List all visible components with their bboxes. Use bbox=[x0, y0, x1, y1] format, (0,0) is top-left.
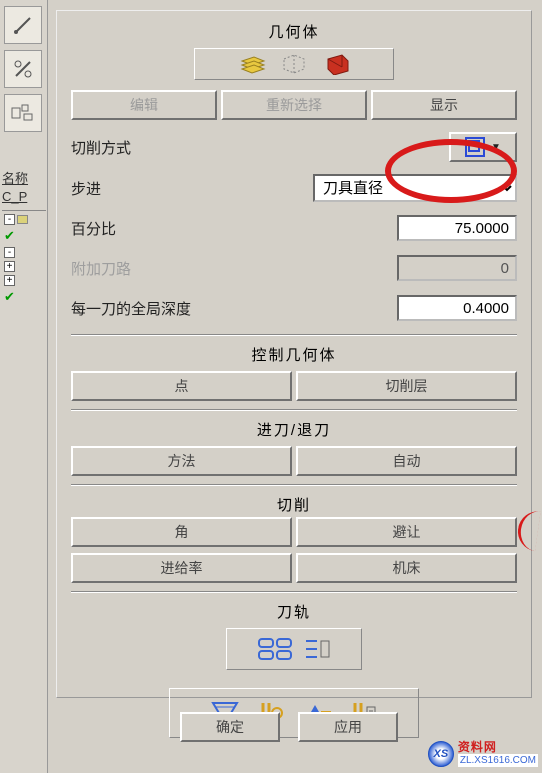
tool-icon-2[interactable] bbox=[4, 50, 42, 88]
add-tool-row: 附加刀路 bbox=[71, 254, 517, 282]
separator bbox=[71, 409, 517, 411]
geometry-title: 几何体 bbox=[71, 21, 517, 42]
point-button[interactable]: 点 bbox=[71, 371, 292, 401]
ok-button[interactable]: 确定 bbox=[180, 712, 280, 742]
concentric-icon bbox=[465, 137, 485, 157]
expand-icon[interactable]: + bbox=[4, 275, 15, 286]
geo-stack-icon[interactable] bbox=[238, 53, 266, 75]
cutlayer-button[interactable]: 切削层 bbox=[296, 371, 517, 401]
inout-title: 进刀/退刀 bbox=[71, 419, 517, 440]
tree-item-1[interactable]: - bbox=[4, 214, 46, 225]
tool-icon-1[interactable] bbox=[4, 6, 42, 44]
percent-row: 百分比 bbox=[71, 214, 517, 242]
geometry-buttons: 编辑 重新选择 显示 bbox=[71, 90, 517, 120]
geometry-icons bbox=[194, 48, 394, 80]
footer-buttons: 确定 应用 bbox=[180, 712, 398, 742]
expand-icon[interactable]: + bbox=[4, 261, 15, 272]
check-icon: ✔ bbox=[4, 289, 15, 305]
display-button[interactable]: 显示 bbox=[371, 90, 517, 120]
toolpath-title: 刀轨 bbox=[71, 601, 517, 622]
check-icon: ✔ bbox=[4, 228, 15, 244]
separator bbox=[71, 484, 517, 486]
geo-box-icon[interactable] bbox=[280, 53, 308, 75]
watermark-logo-icon: XS bbox=[428, 741, 454, 767]
step-label: 步进 bbox=[71, 178, 313, 199]
tree-header: 名称 C_P bbox=[2, 170, 46, 211]
percent-label: 百分比 bbox=[71, 218, 397, 239]
method-button[interactable]: 方法 bbox=[71, 446, 292, 476]
machine-button[interactable]: 机床 bbox=[296, 553, 517, 583]
inout-buttons: 方法 自动 bbox=[71, 446, 517, 476]
line-icon bbox=[12, 14, 34, 36]
cutting-row1: 角 避让 bbox=[71, 517, 517, 547]
step-row: 步进 刀具直径 bbox=[71, 174, 517, 202]
global-depth-label: 每一刀的全局深度 bbox=[71, 298, 397, 319]
cutting-title: 切削 bbox=[71, 494, 517, 515]
global-depth-row: 每一刀的全局深度 bbox=[71, 294, 517, 322]
cutting-row2: 进给率 机床 bbox=[71, 553, 517, 583]
geo-solid-icon[interactable] bbox=[322, 53, 350, 75]
step-select[interactable]: 刀具直径 bbox=[313, 174, 517, 202]
expand-icon[interactable]: - bbox=[4, 214, 15, 225]
watermark: XS 资料网 ZL.XS1616.COM bbox=[428, 741, 538, 767]
toolpath-icons bbox=[226, 628, 362, 670]
tree-col-name: 名称 bbox=[2, 170, 46, 188]
tree-item-4[interactable]: + bbox=[4, 261, 46, 272]
watermark-bot: ZL.XS1616.COM bbox=[458, 754, 538, 767]
auto-button[interactable]: 自动 bbox=[296, 446, 517, 476]
feedrate-button[interactable]: 进给率 bbox=[71, 553, 292, 583]
cut-method-combo[interactable]: ▼ bbox=[449, 132, 517, 162]
separator bbox=[71, 591, 517, 593]
tree-item-5[interactable]: + bbox=[4, 275, 46, 286]
apply-button[interactable]: 应用 bbox=[298, 712, 398, 742]
avoid-button[interactable]: 避让 bbox=[296, 517, 517, 547]
tree-col-cp: C_P bbox=[2, 188, 46, 206]
toolpath-icon-2[interactable] bbox=[303, 637, 331, 661]
main-dialog: 几何体 编辑 重新选择 显示 切削方式 ▼ 步进 刀具直径 百分比 附加刀路 每… bbox=[56, 10, 532, 698]
control-geo-buttons: 点 切削层 bbox=[71, 371, 517, 401]
dropdown-arrow-icon: ▼ bbox=[491, 142, 501, 153]
global-depth-input[interactable] bbox=[397, 295, 517, 321]
add-tool-input bbox=[397, 255, 517, 281]
add-tool-label: 附加刀路 bbox=[71, 258, 397, 279]
watermark-text: 资料网 ZL.XS1616.COM bbox=[458, 741, 538, 767]
folder-icon bbox=[17, 215, 28, 224]
separator bbox=[71, 334, 517, 336]
tree-view: 名称 C_P - ✔ - + + ✔ bbox=[2, 170, 46, 305]
cut-method-row: 切削方式 ▼ bbox=[71, 132, 517, 162]
tree-item-6[interactable]: ✔ bbox=[4, 289, 46, 305]
toolpath-icon-1[interactable] bbox=[257, 637, 293, 661]
percent-icon bbox=[12, 58, 34, 80]
watermark-top: 资料网 bbox=[458, 741, 538, 754]
tool-icon-3[interactable] bbox=[4, 94, 42, 132]
left-toolbar: 名称 C_P - ✔ - + + ✔ bbox=[0, 0, 48, 773]
tree-item-3[interactable]: - bbox=[4, 247, 46, 258]
tree-item-2[interactable]: ✔ bbox=[4, 228, 46, 244]
corner-button[interactable]: 角 bbox=[71, 517, 292, 547]
cut-method-label: 切削方式 bbox=[71, 137, 449, 158]
reselect-button: 重新选择 bbox=[221, 90, 367, 120]
control-geo-title: 控制几何体 bbox=[71, 344, 517, 365]
edit-button: 编辑 bbox=[71, 90, 217, 120]
expand-icon[interactable]: - bbox=[4, 247, 15, 258]
multi-icon bbox=[10, 102, 36, 124]
percent-input[interactable] bbox=[397, 215, 517, 241]
